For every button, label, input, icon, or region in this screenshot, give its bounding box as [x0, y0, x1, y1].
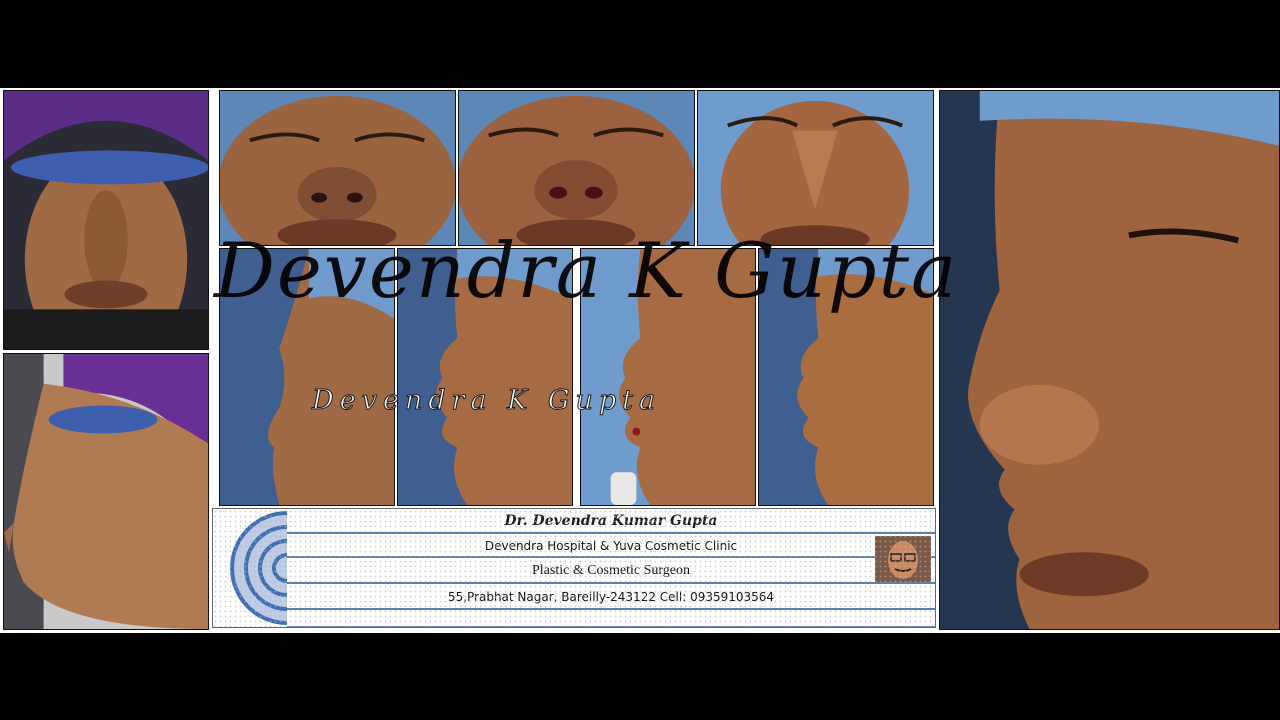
photo-profile-3 [580, 248, 756, 506]
photo-profile-4 [758, 248, 934, 506]
photo-basal-view-incision [458, 90, 695, 246]
photo-profile-1 [219, 248, 395, 506]
address: 55,Prabhat Nagar, Bareilly-243122 Cell: … [287, 584, 935, 610]
photo-oblique-top-view [697, 90, 934, 246]
photo-pre-op-profile [3, 353, 209, 630]
specialty: Plastic & Cosmetic Surgeon [287, 558, 935, 584]
photo-pre-op-frontal [3, 90, 209, 350]
doctor-name: Dr. Devendra Kumar Gupta [287, 509, 935, 534]
hospital-name: Devendra Hospital & Yuva Cosmetic Clinic [287, 534, 935, 558]
doctor-portrait [875, 536, 931, 582]
photo-basal-view-pre [219, 90, 456, 246]
clinic-info-card: Dr. Devendra Kumar Gupta Devendra Hospit… [212, 508, 936, 628]
photo-profile-2 [397, 248, 573, 506]
clinic-logo [213, 509, 287, 627]
photo-close-up-profile [939, 90, 1280, 630]
card-footer-rule [287, 610, 935, 627]
